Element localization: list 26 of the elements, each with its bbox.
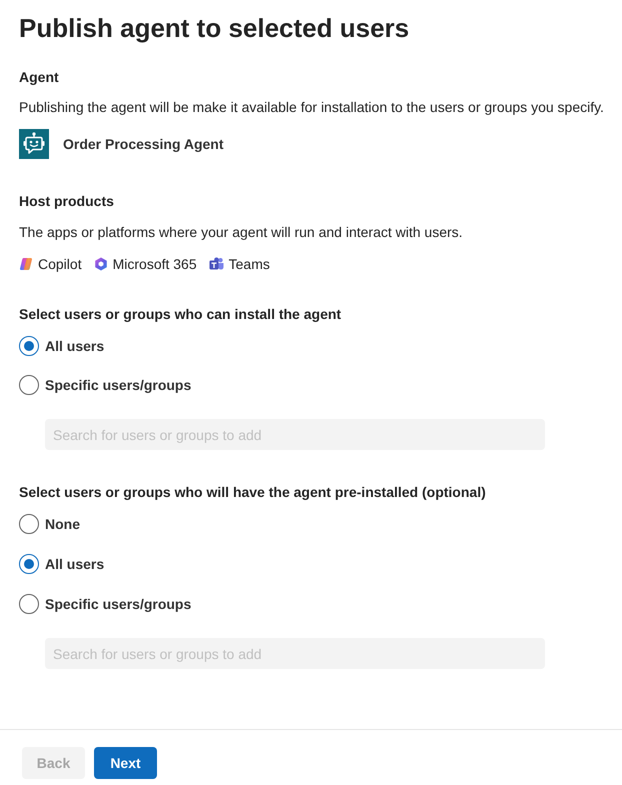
radio-button[interactable] <box>19 514 39 534</box>
page-title: Publish agent to selected users <box>19 12 410 45</box>
radio-label: Specific users/groups <box>45 595 192 614</box>
section-description: The apps or platforms where your agent will run and interact with users. <box>19 223 464 242</box>
section-heading: Agent <box>19 68 60 87</box>
section-heading: Select users or groups who can install the agent <box>19 305 342 324</box>
section-description: Publishing the agent will be make it available for installation to the users or groups you specify. <box>19 98 605 117</box>
radio-button[interactable] <box>19 375 39 395</box>
agent-name: Order Processing Agent <box>63 134 224 154</box>
radio-label: All users <box>45 337 104 356</box>
product-name: Microsoft 365 <box>112 255 197 274</box>
product-name: Teams <box>228 255 270 274</box>
radio-button[interactable] <box>19 336 39 356</box>
next-button[interactable]: Next <box>94 747 157 779</box>
radio-label: None <box>45 515 80 534</box>
hexagon-ring-icon <box>94 257 108 271</box>
section-heading: Select users or groups who will have the agent pre-installed (optional) <box>19 483 487 502</box>
people-tile-icon <box>208 257 224 271</box>
radio-button[interactable] <box>19 594 39 614</box>
radio-label: Specific users/groups <box>45 376 192 395</box>
section-heading: Host products <box>19 192 115 211</box>
radio-button[interactable] <box>19 554 39 574</box>
slanted-bars-icon <box>19 257 33 271</box>
product-name: Copilot <box>38 255 82 274</box>
bot-icon <box>19 129 49 159</box>
radio-label: All users <box>45 555 104 574</box>
